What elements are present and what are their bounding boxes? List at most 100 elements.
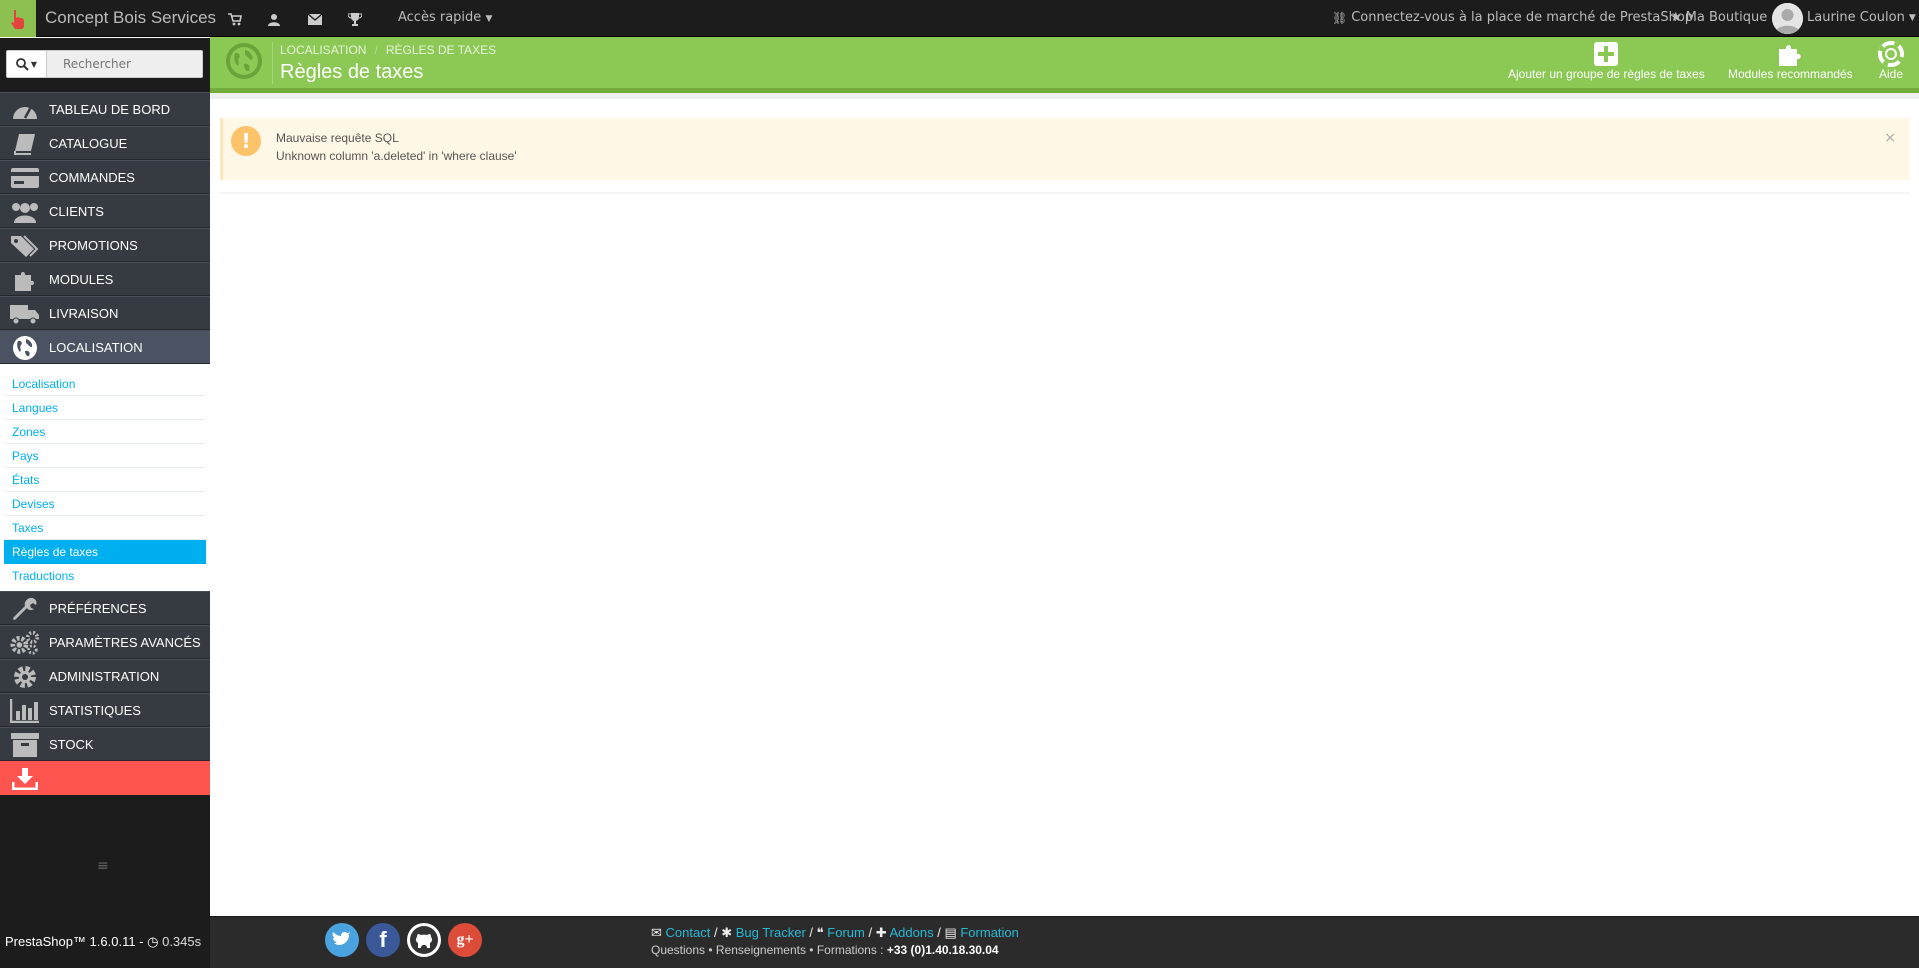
menu-label: PROMOTIONS	[49, 238, 138, 253]
phone-number: +33 (0)1.40.18.30.04	[886, 943, 999, 957]
menu-item-preferences[interactable]: PRÉFÉRENCES	[0, 591, 210, 625]
head-bottom-strip	[210, 93, 1919, 99]
breadcrumb-item[interactable]: RÈGLES DE TAXES	[386, 43, 496, 57]
warning-alert: ! Mauvaise requête SQL Unknown column 'a…	[220, 118, 1910, 180]
submenu-item-langues[interactable]: Langues	[4, 396, 206, 420]
caret-down-icon: ▼	[1908, 12, 1916, 23]
load-time: 0.345s	[162, 934, 202, 949]
menu-label: CATALOGUE	[49, 136, 128, 151]
trophy-icon[interactable]	[346, 11, 364, 27]
recommended-modules-button[interactable]: Modules recommandés	[1728, 41, 1853, 81]
comments-icon: ❝	[816, 925, 824, 940]
twitter-icon[interactable]	[325, 923, 359, 957]
menu-item-catalogue[interactable]: CATALOGUE	[0, 126, 210, 160]
exclamation-icon: !	[231, 126, 261, 156]
hand-pointer-icon	[11, 9, 24, 29]
marketplace-link[interactable]: ⛓ Connectez-vous à la place de marché de…	[1332, 10, 1693, 25]
menu-item-commandes[interactable]: COMMANDES	[0, 160, 210, 194]
help-button[interactable]: Aide	[1878, 41, 1904, 81]
wrench-icon	[10, 597, 40, 621]
menu-item-statistiques[interactable]: STATISTIQUES	[0, 693, 210, 727]
dashboard-icon	[10, 98, 40, 122]
plus-square-icon	[1594, 41, 1619, 67]
main-menu: TABLEAU DE BORD CATALOGUE COMMANDES CLIE…	[0, 92, 210, 795]
menu-item-dashboard[interactable]: TABLEAU DE BORD	[0, 92, 210, 126]
submenu-item-regles-de-taxes[interactable]: Règles de taxes	[4, 540, 206, 564]
breadcrumb-item[interactable]: LOCALISATION	[280, 43, 366, 57]
envelope-icon: ✉	[651, 925, 662, 940]
cart-icon[interactable]	[226, 11, 244, 27]
menu-item-clients[interactable]: CLIENTS	[0, 194, 210, 228]
info-text: Questions • Renseignements • Formations …	[651, 943, 887, 957]
submenu-item-etats[interactable]: États	[4, 468, 206, 492]
search-icon	[16, 57, 29, 71]
my-shop-label: Ma Boutique	[1685, 10, 1768, 25]
marketplace-label: Connectez-vous à la place de marché de P…	[1351, 10, 1694, 25]
star-icon: ★	[1670, 10, 1682, 25]
prestashop-logo[interactable]	[0, 0, 36, 37]
footer-links: ✉ Contact / ✱ Bug Tracker / ❝ Forum / ✚ …	[651, 925, 1019, 940]
collapse-menu-handle[interactable]: ≡	[97, 858, 109, 874]
globe-icon	[226, 43, 262, 79]
credit-card-icon	[10, 166, 40, 190]
users-icon	[10, 200, 40, 224]
menu-label: PRÉFÉRENCES	[49, 601, 147, 616]
menu-item-livraison[interactable]: LIVRAISON	[0, 296, 210, 330]
puzzle-icon: ✚	[875, 925, 887, 940]
addons-link[interactable]: Addons	[890, 925, 934, 940]
bug-tracker-link[interactable]: Bug Tracker	[736, 925, 806, 940]
add-tax-rule-group-button[interactable]: Ajouter un groupe de règles de taxes	[1508, 41, 1705, 81]
menu-item-parametres-avances[interactable]: PARAMÈTRES AVANCÉS	[0, 625, 210, 659]
google-plus-icon[interactable]: g+	[448, 923, 482, 957]
submenu-item-devises[interactable]: Devises	[4, 492, 206, 516]
menu-item-administration[interactable]: ADMINISTRATION	[0, 659, 210, 693]
gear-icon	[10, 665, 40, 689]
contact-link[interactable]: Contact	[666, 925, 711, 940]
forum-link[interactable]: Forum	[827, 925, 865, 940]
truck-icon	[10, 302, 40, 326]
shop-name[interactable]: Concept Bois Services	[45, 8, 216, 28]
menu-label: PARAMÈTRES AVANCÉS	[49, 635, 201, 650]
user-menu[interactable]: Laurine Coulon ▼	[1807, 10, 1916, 25]
formation-link[interactable]: Formation	[960, 925, 1019, 940]
quick-access-label: Accès rapide	[398, 10, 482, 25]
envelope-icon[interactable]	[306, 11, 324, 27]
submenu-item-taxes[interactable]: Taxes	[4, 516, 206, 540]
menu-label: COMMANDES	[49, 170, 135, 185]
alert-divider	[220, 192, 1910, 194]
quick-access-dropdown[interactable]: Accès rapide ▼	[398, 10, 492, 25]
github-icon[interactable]	[407, 923, 441, 957]
footer-left: PrestaShop™ 1.6.0.11 - ◷ 0.345s	[0, 917, 210, 968]
menu-item-promotions[interactable]: PROMOTIONS	[0, 228, 210, 262]
facebook-icon[interactable]: f	[366, 923, 400, 957]
menu-label: ADMINISTRATION	[49, 669, 160, 684]
menu-item-download[interactable]	[0, 761, 210, 795]
submenu-item-localisation[interactable]: Localisation	[4, 372, 206, 396]
close-icon[interactable]: ×	[1884, 130, 1896, 146]
page-title: Règles de taxes	[280, 61, 424, 83]
submenu-item-pays[interactable]: Pays	[4, 444, 206, 468]
submenu-item-traductions[interactable]: Traductions	[4, 564, 206, 588]
search-box: ▼	[6, 50, 203, 78]
footer-info: Questions • Renseignements • Formations …	[651, 943, 999, 957]
menu-label: LOCALISATION	[49, 340, 143, 355]
clock-icon: ◷	[147, 934, 159, 949]
caret-down-icon: ▼	[485, 14, 493, 24]
book-icon: ▤	[944, 925, 957, 940]
avatar[interactable]	[1772, 3, 1803, 34]
book-icon	[10, 132, 40, 156]
search-type-button[interactable]: ▼	[7, 51, 47, 77]
menu-item-modules[interactable]: MODULES	[0, 262, 210, 296]
version-info: PrestaShop™ 1.6.0.11 - ◷ 0.345s	[5, 934, 201, 950]
menu-item-stock[interactable]: STOCK	[0, 727, 210, 761]
life-ring-icon	[1878, 41, 1904, 67]
submenu-item-zones[interactable]: Zones	[4, 420, 206, 444]
user-name: Laurine Coulon	[1807, 10, 1905, 25]
caret-down-icon: ▼	[30, 59, 38, 69]
search-input[interactable]	[48, 51, 202, 77]
my-shop-link[interactable]: ★ Ma Boutique	[1670, 10, 1767, 25]
localisation-submenu: Localisation Langues Zones Pays États De…	[0, 364, 210, 591]
menu-item-localisation[interactable]: LOCALISATION	[0, 330, 210, 364]
user-icon[interactable]	[265, 11, 283, 27]
globe-icon	[10, 336, 40, 360]
